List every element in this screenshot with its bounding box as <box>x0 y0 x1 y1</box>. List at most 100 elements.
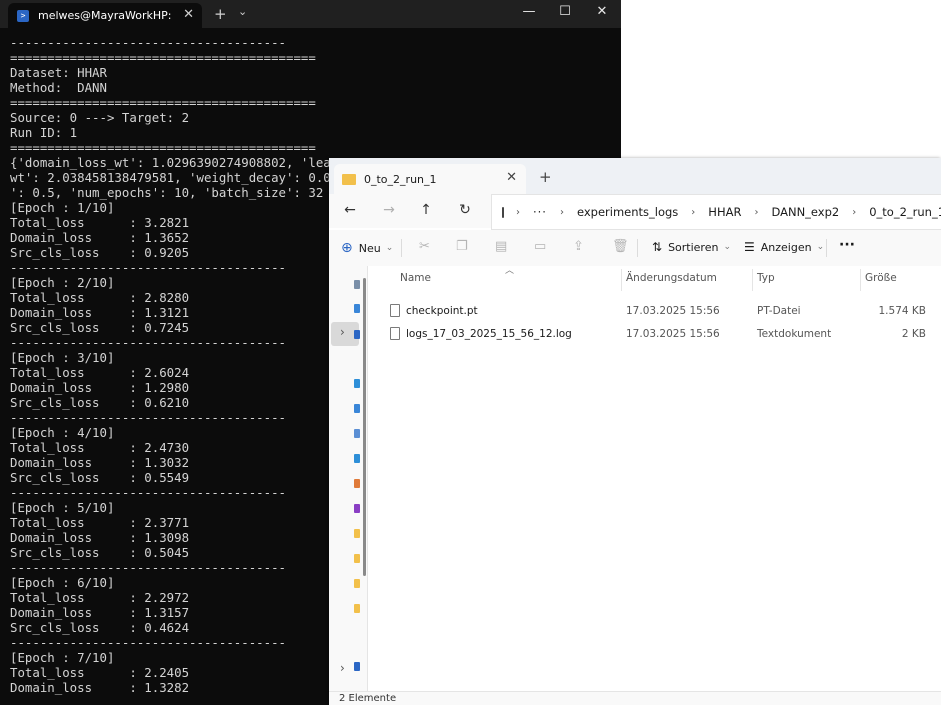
cut-icon[interactable]: ✂ <box>419 239 430 254</box>
music-icon[interactable] <box>354 479 360 488</box>
powershell-icon: > <box>17 9 29 22</box>
new-button-label: Neu <box>358 241 381 255</box>
terminal-line: ------------------------------------- <box>10 260 287 275</box>
share-icon[interactable]: ⇪ <box>573 239 584 254</box>
terminal-line: [Epoch : 3/10] <box>10 350 115 365</box>
terminal-line: [Epoch : 6/10] <box>10 575 115 590</box>
folder-icon[interactable] <box>354 529 360 538</box>
column-header-name[interactable]: Name <box>400 272 431 284</box>
chevron-down-icon: ⌄ <box>723 242 732 252</box>
chevron-right-icon[interactable]: › <box>754 207 758 218</box>
copy-icon[interactable]: ❐ <box>456 239 468 254</box>
breadcrumb[interactable]: › ··· › experiments_logs › HHAR › DANN_e… <box>491 194 941 230</box>
pictures-icon[interactable] <box>354 454 360 463</box>
maximize-button[interactable]: ☐ <box>554 4 576 19</box>
folder-icon[interactable] <box>354 554 360 563</box>
sort-button[interactable]: ⇅ Sortieren ⌄ <box>652 240 731 254</box>
file-explorer-window[interactable]: 0_to_2_run_1 ✕ + ← → ↑ ↻ › ··· › experim… <box>329 158 941 705</box>
breadcrumb-item[interactable]: HHAR <box>708 205 741 219</box>
new-tab-button[interactable]: + <box>539 168 552 186</box>
chevron-right-icon[interactable]: › <box>691 207 695 218</box>
terminal-line: [Epoch : 1/10] <box>10 200 115 215</box>
rename-icon[interactable]: ▭ <box>534 239 546 254</box>
terminal-line: Domain_loss : 1.3652 <box>10 230 190 245</box>
terminal-line: Total_loss : 2.6024 <box>10 365 190 380</box>
breadcrumb-item[interactable]: experiments_logs <box>577 205 678 219</box>
downloads-icon[interactable] <box>354 404 360 413</box>
view-button[interactable]: ☰ Anzeigen ⌄ <box>744 240 824 254</box>
forward-arrow-icon[interactable]: → <box>379 202 399 218</box>
explorer-tab[interactable]: 0_to_2_run_1 ✕ <box>334 164 526 194</box>
gallery-icon[interactable] <box>354 304 360 313</box>
terminal-output[interactable]: ------------------------------------- ===… <box>10 35 331 695</box>
desktop-icon[interactable] <box>354 379 360 388</box>
up-arrow-icon[interactable]: ↑ <box>416 202 436 218</box>
terminal-line: ------------------------------------- <box>10 635 287 650</box>
file-row[interactable]: checkpoint.pt 17.03.2025 15:56 PT-Datei … <box>388 302 938 322</box>
explorer-tab-title: 0_to_2_run_1 <box>364 172 437 186</box>
column-header-type[interactable]: Typ <box>757 272 775 284</box>
column-divider[interactable] <box>621 269 622 291</box>
column-divider[interactable] <box>752 269 753 291</box>
folder-icon <box>342 173 356 185</box>
file-size: 1.574 KB <box>878 305 927 317</box>
column-header-modified[interactable]: Änderungsdatum <box>626 272 717 284</box>
terminal-line: Method: DANN <box>10 80 107 95</box>
terminal-line: Run ID: 1 <box>10 125 78 140</box>
back-arrow-icon[interactable]: ← <box>340 202 360 218</box>
refresh-icon[interactable]: ↻ <box>455 202 475 218</box>
terminal-line: Src_cls_loss : 0.5045 <box>10 545 190 560</box>
terminal-line: Domain_loss : 1.3121 <box>10 305 190 320</box>
file-name: logs_17_03_2025_15_56_12.log <box>406 328 572 340</box>
videos-icon[interactable] <box>354 504 360 513</box>
more-options-button[interactable]: ··· <box>839 237 855 253</box>
file-list[interactable]: ︿ Name Änderungsdatum Typ Größe checkpoi… <box>368 266 941 691</box>
folder-icon[interactable] <box>354 579 360 588</box>
breadcrumb-item[interactable]: 0_to_2_run_1 <box>869 205 941 219</box>
terminal-line: ========================================… <box>10 140 316 155</box>
chevron-right-icon[interactable]: › <box>340 661 345 675</box>
close-tab-icon[interactable]: ✕ <box>506 170 517 185</box>
breadcrumb-item[interactable]: DANN_exp2 <box>771 205 839 219</box>
folder-icon[interactable] <box>354 604 360 613</box>
terminal-line: [Epoch : 2/10] <box>10 275 115 290</box>
chevron-right-icon[interactable]: › <box>340 325 345 339</box>
column-divider[interactable] <box>860 269 861 291</box>
chevron-right-icon[interactable]: › <box>516 207 520 218</box>
close-window-button[interactable]: ✕ <box>591 4 613 19</box>
column-header-size[interactable]: Größe <box>865 272 897 284</box>
documents-icon[interactable] <box>354 429 360 438</box>
chevron-down-icon[interactable]: ⌄ <box>238 5 247 18</box>
sort-button-label: Sortieren <box>668 240 719 254</box>
terminal-line: Domain_loss : 1.3157 <box>10 605 190 620</box>
terminal-line: ------------------------------------- <box>10 410 287 425</box>
terminal-line: wt': 2.038458138479581, 'weight_decay': … <box>10 170 331 185</box>
onedrive-icon[interactable] <box>354 330 360 339</box>
home-icon[interactable] <box>354 280 360 289</box>
new-tab-button[interactable]: + <box>214 5 227 23</box>
nav-scrollbar[interactable] <box>363 278 366 576</box>
view-list-icon: ☰ <box>744 240 755 254</box>
sort-ascending-icon: ︿ <box>505 266 515 276</box>
terminal-line: Total_loss : 3.2821 <box>10 215 190 230</box>
minimize-button[interactable]: — <box>518 4 540 19</box>
toolbar-divider <box>401 239 402 257</box>
file-row[interactable]: logs_17_03_2025_15_56_12.log 17.03.2025 … <box>388 325 938 345</box>
more-crumbs-icon[interactable]: ··· <box>533 205 547 219</box>
navigation-pane[interactable]: › › <box>329 266 368 691</box>
delete-icon[interactable]: 🗑 <box>612 239 629 254</box>
this-pc-icon[interactable] <box>354 662 360 671</box>
terminal-line: Domain_loss : 1.3282 <box>10 680 190 695</box>
terminal-titlebar[interactable]: > melwes@MayraWorkHP: /mn ✕ + ⌄ — ☐ ✕ <box>0 0 621 28</box>
close-tab-icon[interactable]: ✕ <box>183 7 194 22</box>
chevron-right-icon[interactable]: › <box>852 207 856 218</box>
new-button[interactable]: ⊕ Neu ⌄ <box>341 240 393 256</box>
terminal-line: Src_cls_loss : 0.7245 <box>10 320 190 335</box>
paste-icon[interactable]: ▤ <box>495 239 507 254</box>
chevron-right-icon[interactable]: › <box>560 207 564 218</box>
text-file-icon <box>390 327 400 340</box>
file-modified: 17.03.2025 15:56 <box>626 328 720 340</box>
terminal-tab[interactable]: > melwes@MayraWorkHP: /mn ✕ <box>8 3 202 28</box>
terminal-line: ------------------------------------- <box>10 335 287 350</box>
terminal-line: Source: 0 ---> Target: 2 <box>10 110 190 125</box>
